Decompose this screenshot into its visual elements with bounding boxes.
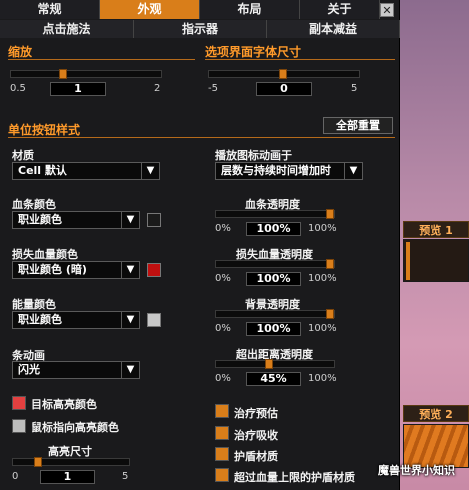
health-color-value: 职业颜色 [18,213,62,226]
preview-2-title: 预览 2 [403,405,469,422]
main-tabs: 常规 外观 布局 关于 [0,0,400,19]
lost-health-color-swatch[interactable] [147,263,161,277]
scale-min: 0.5 [10,83,26,94]
tab-layout[interactable]: 布局 [200,0,300,19]
health-alpha-slider-thumb[interactable] [326,209,334,219]
highlight-size-max: 5 [122,471,129,482]
health-alpha-max: 100% [308,223,337,234]
font-size-min: -5 [208,83,218,94]
lost-health-alpha-value-input[interactable]: 100% [246,272,301,286]
preview-1-title: 预览 1 [403,221,469,238]
unit-style-divider [8,137,395,138]
tab-raid-debuffs[interactable]: 副本减益 [267,20,400,38]
chevron-down-icon: ▼ [121,362,139,378]
mouseover-highlight-swatch[interactable] [12,419,26,433]
chevron-down-icon: ▼ [121,312,139,328]
lost-health-color-label: 损失血量颜色 [12,248,78,261]
health-alpha-min: 0% [215,223,231,234]
scale-divider [8,59,195,60]
sub-tabs: 点击施法 指示器 副本减益 [0,20,400,38]
mouseover-highlight-label: 鼠标指向高亮颜色 [31,421,119,434]
texture-label: 材质 [12,149,34,162]
overshield-texture-label: 超过血量上限的护盾材质 [234,471,355,484]
font-size-divider [205,59,395,60]
shield-texture-label: 护盾材质 [234,450,278,463]
highlight-size-value-input[interactable]: 1 [40,470,95,484]
bar-animation-dropdown[interactable]: 闪光 ▼ [12,361,140,379]
target-highlight-swatch[interactable] [12,396,26,410]
scale-title: 缩放 [8,45,33,59]
heal-prediction-label: 治疗预估 [234,407,278,420]
font-size-max: 5 [351,83,358,94]
icon-animation-value: 层数与持续时间增加时 [221,164,331,177]
overshield-texture-checkbox[interactable] [215,468,229,482]
watermark-text: 魔兽世界小知识 [378,464,455,477]
power-color-dropdown[interactable]: 职业颜色 ▼ [12,311,140,329]
lost-health-alpha-min: 0% [215,273,231,284]
texture-value: Cell 默认 [18,164,67,177]
target-highlight-label: 目标高亮颜色 [31,398,97,411]
chevron-down-icon: ▼ [344,163,362,179]
out-of-range-alpha-value-input[interactable]: 45% [246,372,301,386]
heal-prediction-checkbox[interactable] [215,404,229,418]
health-color-swatch[interactable] [147,213,161,227]
background-alpha-slider-thumb[interactable] [326,309,334,319]
scale-value-input[interactable]: 1 [50,82,106,96]
health-alpha-value-input[interactable]: 100% [246,222,301,236]
background-alpha-max: 100% [308,323,337,334]
tab-about[interactable]: 关于 [300,0,380,19]
chevron-down-icon: ▼ [141,163,159,179]
highlight-size-slider[interactable] [12,457,130,467]
shield-texture-checkbox[interactable] [215,447,229,461]
background-alpha-slider[interactable] [215,309,335,319]
close-button[interactable]: ✕ [380,3,394,17]
power-color-value: 职业颜色 [18,313,62,326]
preview-1-bar [406,242,410,280]
out-of-range-alpha-min: 0% [215,373,231,384]
font-size-title: 选项界面字体尺寸 [205,45,302,59]
out-of-range-alpha-max: 100% [308,373,337,384]
background-alpha-min: 0% [215,323,231,334]
chevron-down-icon: ▼ [121,212,139,228]
reset-all-button[interactable]: 全部重置 [323,117,393,134]
tab-click-casting[interactable]: 点击施法 [0,20,134,38]
preview-1-frame [403,239,469,282]
lost-health-alpha-slider[interactable] [215,259,335,269]
health-color-dropdown[interactable]: 职业颜色 ▼ [12,211,140,229]
icon-animation-label: 播放图标动画于 [215,149,292,162]
tab-indicators[interactable]: 指示器 [134,20,267,38]
health-color-label: 血条颜色 [12,198,56,211]
lost-health-alpha-max: 100% [308,273,337,284]
scale-slider[interactable] [10,69,162,79]
out-of-range-alpha-slider[interactable] [215,359,335,369]
unit-style-title: 单位按钮样式 [8,123,81,137]
chevron-down-icon: ▼ [121,262,139,278]
lost-health-color-value: 职业颜色 (暗) [18,263,87,276]
font-size-slider-thumb[interactable] [279,69,287,79]
tab-appearance[interactable]: 外观 [100,0,200,19]
heal-absorb-checkbox[interactable] [215,426,229,440]
heal-absorb-label: 治疗吸收 [234,429,278,442]
font-size-slider[interactable] [208,69,360,79]
options-panel: 常规 外观 布局 关于 ✕ 点击施法 指示器 副本减益 缩放 0.5 1 2 选… [0,0,400,490]
power-color-label: 能量颜色 [12,298,56,311]
font-size-value-input[interactable]: 0 [256,82,312,96]
bar-animation-value: 闪光 [18,363,40,376]
health-alpha-slider[interactable] [215,209,335,219]
out-of-range-alpha-slider-thumb[interactable] [265,359,273,369]
texture-dropdown[interactable]: Cell 默认 ▼ [12,162,160,180]
highlight-size-slider-thumb[interactable] [34,457,42,467]
tab-general[interactable]: 常规 [0,0,100,19]
highlight-size-label: 高亮尺寸 [48,445,92,458]
scale-slider-thumb[interactable] [59,69,67,79]
power-color-swatch[interactable] [147,313,161,327]
background-alpha-value-input[interactable]: 100% [246,322,301,336]
lost-health-alpha-slider-thumb[interactable] [326,259,334,269]
highlight-size-min: 0 [12,471,19,482]
icon-animation-dropdown[interactable]: 层数与持续时间增加时 ▼ [215,162,363,180]
lost-health-color-dropdown[interactable]: 职业颜色 (暗) ▼ [12,261,140,279]
scale-max: 2 [154,83,161,94]
